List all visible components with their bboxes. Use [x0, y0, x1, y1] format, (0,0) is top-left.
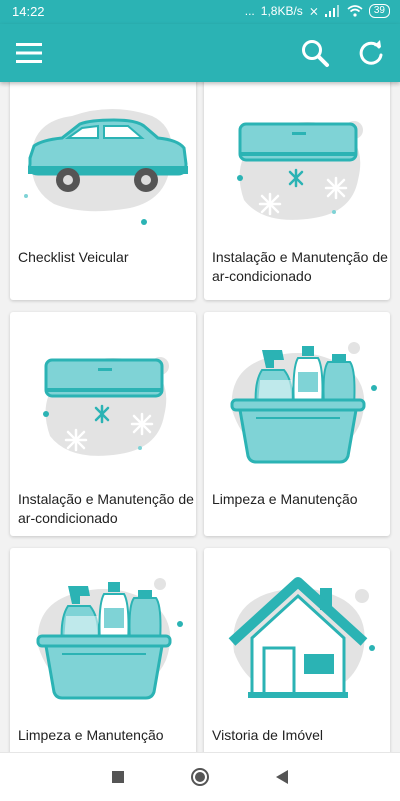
system-nav-bar [0, 752, 400, 801]
card-title: Limpeza e Manutenção [18, 727, 164, 743]
network-speed: 1,8KB/s [260, 4, 303, 18]
status-bar: 14:22 ... 1,8KB/s ⨯ 39 [0, 0, 400, 24]
car-illustration [10, 82, 196, 232]
air-conditioner-illustration [204, 82, 390, 230]
card-title: Limpeza e Manutenção [212, 491, 358, 507]
card-title: Instalação e Manutenção de ar-condiciona… [18, 491, 194, 526]
house-illustration [204, 556, 390, 706]
signal-icon [324, 5, 339, 17]
cleaning-basket-illustration [204, 320, 390, 470]
wifi-icon [347, 5, 363, 17]
square-recents-icon[interactable] [106, 765, 130, 789]
card-vistoria-imovel[interactable]: Vistoria de Imóvel [204, 548, 390, 752]
card-title: Checklist Veicular [18, 249, 129, 265]
air-conditioner-illustration [10, 316, 196, 466]
card-title: Instalação e Manutenção de ar-condiciona… [212, 249, 388, 284]
card-ar-condicionado[interactable]: Instalação e Manutenção de ar-condiciona… [204, 82, 390, 300]
status-icons: ... 1,8KB/s ⨯ 39 [245, 4, 390, 18]
hamburger-menu-icon[interactable] [12, 36, 46, 70]
battery-icon: 39 [368, 4, 390, 18]
search-icon[interactable] [298, 36, 332, 70]
alarm-off-icon: ⨯ [308, 4, 319, 18]
card-limpeza-manutencao[interactable]: Limpeza e Manutenção [10, 548, 196, 752]
triangle-back-icon[interactable] [270, 765, 294, 789]
card-limpeza-manutencao[interactable]: Limpeza e Manutenção [204, 312, 390, 536]
card-checklist-veicular[interactable]: Checklist Veicular [10, 82, 196, 300]
card-title: Vistoria de Imóvel [212, 727, 324, 743]
notification-dots: ... [244, 4, 255, 18]
card-ar-condicionado[interactable]: Instalação e Manutenção de ar-condiciona… [10, 312, 196, 536]
circle-home-icon[interactable] [188, 765, 212, 789]
app-bar [0, 24, 400, 82]
status-time: 14:22 [12, 4, 45, 19]
cleaning-basket-illustration [10, 556, 196, 706]
card-grid: Checklist Veicular Instalação e Manutenç… [0, 82, 400, 752]
refresh-icon[interactable] [354, 36, 388, 70]
